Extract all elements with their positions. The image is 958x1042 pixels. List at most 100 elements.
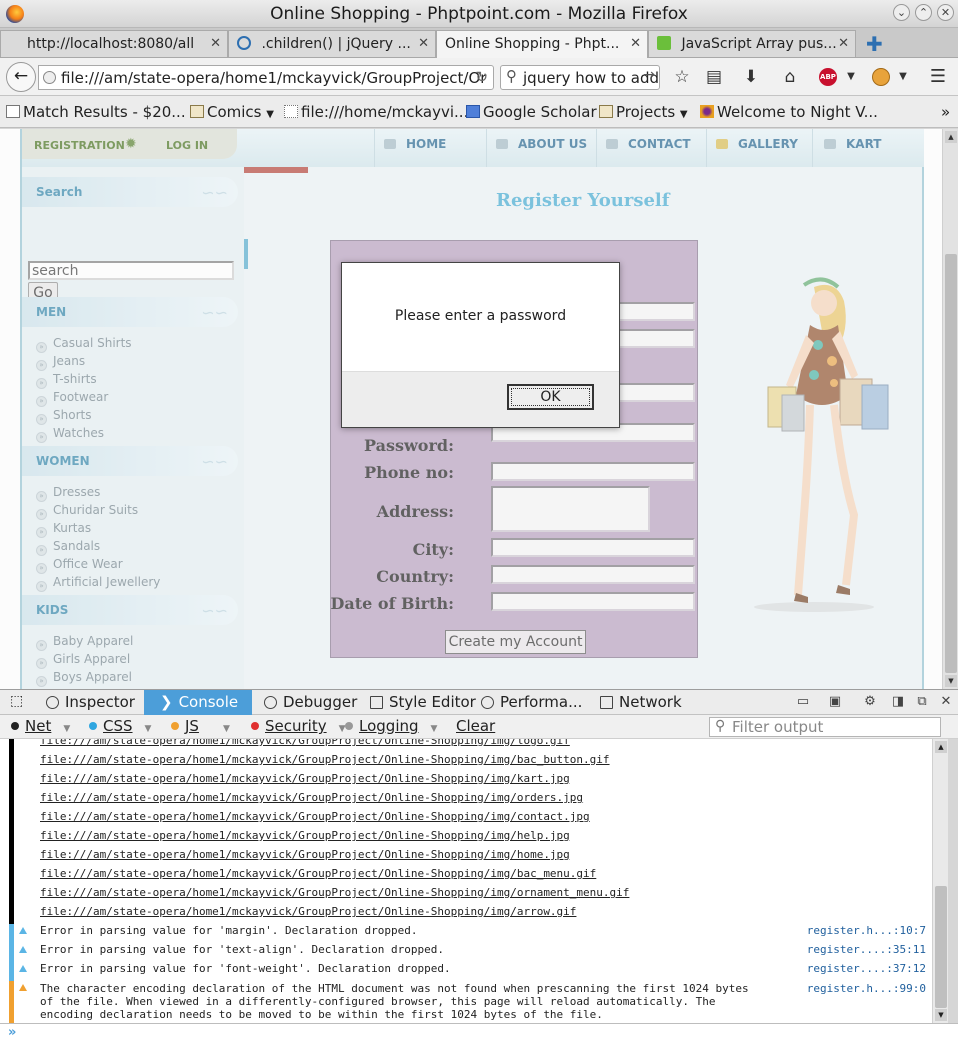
tab-style-editor[interactable]: Style Editor (370, 693, 476, 711)
page-scrollbar[interactable]: ▲ ▼ (942, 129, 958, 689)
tab-js-array-push[interactable]: JavaScript Array pus... ✕ (648, 30, 856, 57)
bookmark-star-icon[interactable]: ☆ (671, 66, 693, 88)
console-row: file:///am/state-opera/home1/mckayvick/G… (0, 829, 932, 848)
tab-localhost[interactable]: http://localhost:8080/all ✕ (0, 30, 228, 57)
tab-inspector[interactable]: Inspector (46, 693, 135, 711)
console-link[interactable]: file:///am/state-opera/home1/mckayvick/G… (40, 829, 570, 842)
scroll-down-icon[interactable]: ▼ (945, 675, 957, 687)
scroll-up-icon[interactable]: ▲ (935, 741, 947, 753)
filter-css-button[interactable]: CSS ▼ (81, 717, 161, 736)
element-picker-icon[interactable]: ⬚ (10, 693, 23, 709)
clear-console-button[interactable]: Clear (448, 717, 505, 736)
bookmark-match-results[interactable]: Match Results - $20... (6, 103, 186, 121)
tab-online-shopping[interactable]: Online Shopping - Phpt... ✕ (436, 30, 648, 58)
maximize-icon[interactable]: ⌃ (915, 4, 932, 21)
console-link[interactable]: file:///am/state-opera/home1/mckayvick/G… (40, 886, 629, 899)
close-tab-icon[interactable]: ✕ (838, 36, 849, 51)
console-link[interactable]: file:///am/state-opera/home1/mckayvick/G… (40, 905, 576, 918)
console-link[interactable]: file:///am/state-opera/home1/mckayvick/G… (40, 848, 570, 861)
reload-icon[interactable]: ↻ (475, 68, 488, 86)
ok-button[interactable]: OK (507, 384, 594, 410)
source-location-link[interactable]: register.h...:10:7 (807, 924, 926, 937)
css-warning-bar (9, 924, 14, 943)
filter-logging-button[interactable]: Logging ▼ (337, 717, 447, 736)
home-icon[interactable]: ⌂ (779, 66, 801, 88)
filter-js-button[interactable]: JS ▼ (163, 717, 240, 736)
adblock-dropdown-icon[interactable]: ▼ (840, 66, 862, 88)
bookmark-file-home[interactable]: file:///home/mckayvi... (284, 103, 468, 121)
bookmark-night-vale[interactable]: Welcome to Night V... (700, 103, 878, 121)
console-row: file:///am/state-opera/home1/mckayvick/G… (0, 753, 932, 772)
console-input-line[interactable]: » (0, 1023, 958, 1042)
filter-output-input[interactable]: ⚲ Filter output (709, 717, 941, 737)
new-tab-icon[interactable]: ✚ (866, 32, 883, 56)
page-scroll-thumb[interactable] (945, 254, 957, 673)
search-go-icon[interactable]: → (643, 67, 655, 83)
bookmark-label: Comics (207, 103, 262, 121)
log-bar (9, 753, 14, 772)
console-link[interactable]: file:///am/state-opera/home1/mckayvick/G… (40, 739, 570, 747)
source-location-link[interactable]: register....:37:12 (807, 962, 926, 975)
close-devtools-icon[interactable]: ✕ (938, 694, 954, 710)
warning-icon (19, 965, 27, 972)
source-location-link[interactable]: register.h...:99:0 (807, 982, 926, 995)
console-row: file:///am/state-opera/home1/mckayvick/G… (0, 791, 932, 810)
css-dot-icon (89, 722, 97, 730)
filter-net-button[interactable]: Net ▼ (3, 717, 80, 736)
console-link[interactable]: file:///am/state-opera/home1/mckayvick/G… (40, 791, 583, 804)
close-window-icon[interactable]: ✕ (937, 4, 954, 21)
settings-gear-icon[interactable]: ⚙ (862, 694, 878, 710)
warning-text: Error in parsing value for 'margin'. Dec… (40, 924, 418, 937)
bookmarks-overflow-icon[interactable]: » (941, 103, 950, 121)
back-button[interactable]: ← (6, 62, 36, 92)
tab-jquery-children[interactable]: .children() | jQuery ... ✕ (228, 30, 436, 57)
folder-icon (599, 105, 613, 118)
greasemonkey-icon[interactable] (872, 68, 890, 86)
dropdown-arrow-icon: ▼ (63, 724, 71, 734)
css-warning-bar (9, 943, 14, 962)
bookmark-google-scholar[interactable]: Google Scholar (466, 103, 597, 121)
bookmark-folder-comics[interactable]: Comics ▼ (190, 103, 274, 121)
url-bar[interactable]: file:///am/state-opera/home1/mckayvick/G… (38, 65, 494, 90)
greasemonkey-dropdown-icon[interactable]: ▼ (892, 66, 914, 88)
reading-list-icon[interactable]: ▤ (703, 66, 725, 88)
console-link[interactable]: file:///am/state-opera/home1/mckayvick/G… (40, 810, 590, 823)
console-link[interactable]: file:///am/state-opera/home1/mckayvick/G… (40, 753, 610, 766)
console-scroll-thumb[interactable] (935, 886, 947, 1008)
dock-side-icon[interactable]: ◨ (890, 694, 906, 710)
console-link[interactable]: file:///am/state-opera/home1/mckayvick/G… (40, 772, 570, 785)
tab-debugger[interactable]: Debugger (264, 693, 357, 711)
source-location-link[interactable]: register....:35:11 (807, 943, 926, 956)
close-tab-icon[interactable]: ✕ (418, 36, 429, 51)
tab-label: .children() | jQuery ... (261, 36, 411, 52)
hamburger-menu-icon[interactable]: ☰ (927, 66, 949, 88)
dropdown-arrow-icon: ▼ (679, 109, 688, 120)
w3schools-icon (657, 36, 671, 50)
close-tab-icon[interactable]: ✕ (210, 36, 221, 51)
close-tab-icon[interactable]: ✕ (630, 36, 641, 51)
responsive-mode-icon[interactable]: ▣ (827, 694, 843, 710)
net-dot-icon (11, 722, 19, 730)
separate-window-icon[interactable]: ⧉ (914, 694, 930, 710)
log-bar (9, 905, 14, 924)
adblock-icon[interactable]: ABP (819, 68, 837, 86)
tab-label: Online Shopping - Phpt... (445, 36, 620, 52)
download-icon[interactable]: ⬇ (740, 66, 762, 88)
navigation-toolbar: file:///am/state-opera/home1/mckayvick/G… (0, 58, 958, 96)
bookmark-folder-projects[interactable]: Projects ▼ (599, 103, 688, 121)
bookmark-label: Match Results - $20... (23, 103, 186, 121)
console-row: file:///am/state-opera/home1/mckayvick/G… (0, 739, 932, 753)
search-bar[interactable]: ⚲ jquery how to add → (500, 65, 660, 90)
console-link[interactable]: file:///am/state-opera/home1/mckayvick/G… (40, 867, 596, 880)
scroll-up-icon[interactable]: ▲ (945, 131, 957, 143)
console-scrollbar[interactable]: ▲ ▼ (932, 739, 948, 1023)
tab-console[interactable]: ❯ Console (144, 690, 253, 715)
split-console-icon[interactable]: ▭ (795, 694, 811, 710)
tab-performance[interactable]: Performa... (481, 693, 582, 711)
console-warning-row: Error in parsing value for 'text-align'.… (0, 943, 932, 962)
minimize-icon[interactable]: ⌄ (893, 4, 910, 21)
console-row: file:///am/state-opera/home1/mckayvick/G… (0, 886, 932, 905)
tab-network[interactable]: Network (600, 693, 682, 711)
bookmark-label: Projects (616, 103, 676, 121)
scroll-down-icon[interactable]: ▼ (935, 1009, 947, 1021)
